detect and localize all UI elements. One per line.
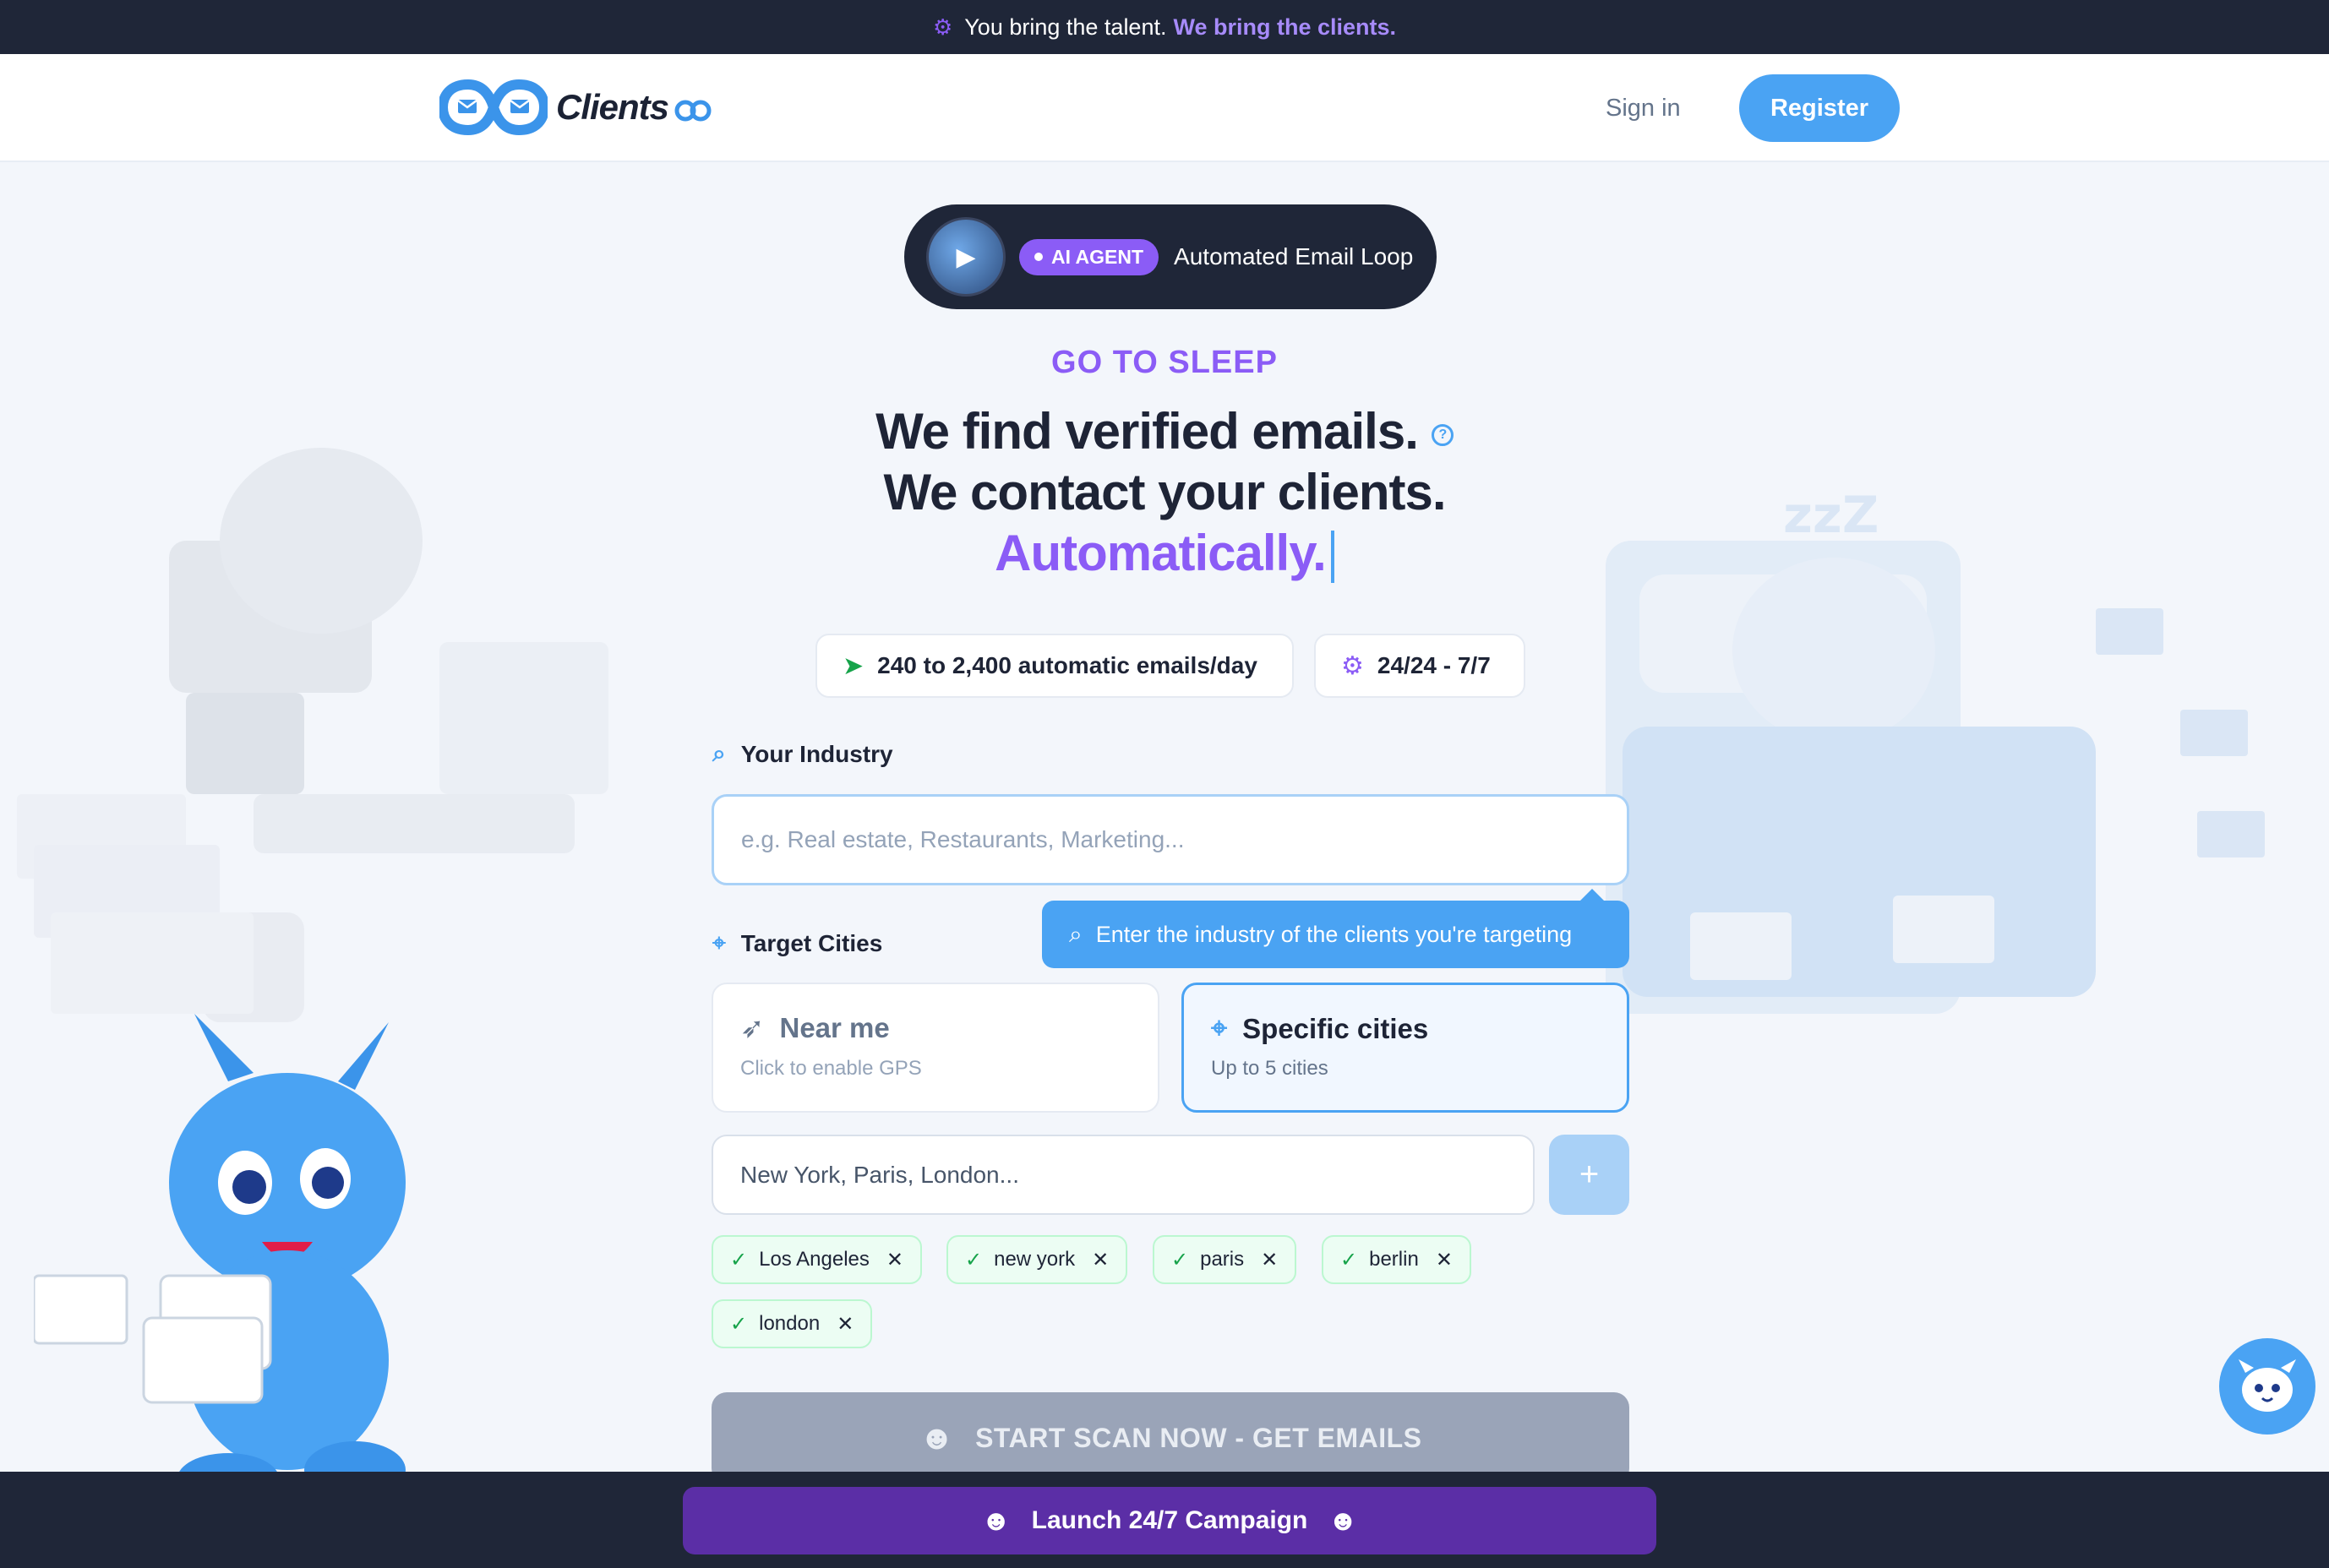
mascot-face-icon: ☻ bbox=[919, 1418, 956, 1456]
city-chip-label: berlin bbox=[1369, 1248, 1419, 1271]
ai-agent-text: Automated Email Loop bbox=[1174, 243, 1414, 270]
send-icon: ➤ bbox=[843, 651, 865, 680]
sign-in-link[interactable]: Sign in bbox=[1606, 95, 1681, 122]
stat-uptime-text: 24/24 - 7/7 bbox=[1377, 652, 1491, 678]
navbar: Clients Sign in Register bbox=[0, 54, 2329, 162]
ai-agent-badge-label: AI AGENT bbox=[1051, 245, 1144, 268]
infinity-logo-icon bbox=[439, 79, 548, 136]
check-circle-icon: ✓ bbox=[1340, 1248, 1358, 1271]
city-chip: ✓ paris ✕ bbox=[1153, 1235, 1297, 1284]
mascot-face-icon bbox=[2239, 1359, 2296, 1412]
start-scan-label: START SCAN NOW - GET EMAILS bbox=[975, 1422, 1422, 1453]
check-circle-icon: ✓ bbox=[730, 1312, 748, 1336]
near-me-option[interactable]: ➶ Near me Click to enable GPS bbox=[712, 983, 1159, 1113]
city-chip-label: london bbox=[759, 1312, 821, 1335]
launch-campaign-button[interactable]: ☻ Launch 24/7 Campaign ☻ bbox=[683, 1487, 1656, 1554]
city-chip-label: new york bbox=[994, 1248, 1076, 1271]
start-scan-button[interactable]: ☻ START SCAN NOW - GET EMAILS bbox=[712, 1392, 1629, 1484]
check-circle-icon: ✓ bbox=[965, 1248, 983, 1271]
remove-icon[interactable]: ✕ bbox=[837, 1312, 854, 1337]
help-icon[interactable]: ? bbox=[1431, 424, 1454, 447]
hero-line-3-text: Automatically. bbox=[995, 525, 1327, 581]
logo[interactable]: Clients bbox=[439, 78, 712, 137]
ai-agent-badge: AI AGENT bbox=[1019, 238, 1159, 275]
search-icon: ⌕ bbox=[712, 740, 726, 766]
map-pin-icon: ⌖ bbox=[1211, 1012, 1228, 1044]
specific-cities-title: ⌖ Specific cities bbox=[1211, 1012, 1600, 1045]
register-button[interactable]: Register bbox=[1739, 74, 1900, 142]
target-cities-label: ⌖ Target Cities bbox=[712, 929, 882, 957]
industry-tooltip: ⌕ Enter the industry of the clients you'… bbox=[1042, 889, 1629, 968]
typing-caret bbox=[1330, 531, 1334, 584]
mascot-illustration bbox=[34, 1014, 406, 1504]
add-city-button[interactable]: + bbox=[1549, 1135, 1629, 1215]
remove-icon[interactable]: ✕ bbox=[886, 1248, 903, 1272]
city-chip: ✓ new york ✕ bbox=[946, 1235, 1128, 1284]
brand-name: Clients bbox=[556, 87, 669, 127]
check-circle-icon: ✓ bbox=[1171, 1248, 1189, 1271]
search-icon: ⌕ bbox=[1069, 920, 1083, 947]
gear-icon: ⚙ bbox=[932, 14, 953, 40]
specific-cities-title-text: Specific cities bbox=[1242, 1012, 1429, 1044]
mascot-face-icon: ☻ bbox=[980, 1504, 1012, 1537]
stat-emails-per-day: ➤ 240 to 2,400 automatic emails/day bbox=[815, 634, 1294, 698]
mascot-face-icon: ☻ bbox=[1328, 1504, 1359, 1537]
city-chip-label: paris bbox=[1200, 1248, 1245, 1271]
launch-campaign-label: Launch 24/7 Campaign bbox=[1031, 1506, 1308, 1534]
near-me-subtitle: Click to enable GPS bbox=[740, 1057, 922, 1080]
industry-tooltip-text: Enter the industry of the clients you're… bbox=[1095, 921, 1573, 947]
ai-agent-video-pill[interactable]: ▶ AI AGENT Automated Email Loop bbox=[904, 204, 1437, 309]
announcement-bar: ⚙ You bring the talent. We bring the cli… bbox=[0, 0, 2329, 54]
badge-dot-icon bbox=[1034, 253, 1043, 261]
specific-cities-subtitle: Up to 5 cities bbox=[1211, 1057, 1328, 1080]
gear-icon: ⚙ bbox=[1341, 651, 1364, 680]
navigation-arrow-icon: ➶ bbox=[740, 1012, 765, 1044]
hero-eyebrow: GO TO SLEEP bbox=[1051, 345, 1278, 380]
infinity-mark-icon bbox=[674, 100, 712, 122]
stat-uptime: ⚙ 24/24 - 7/7 bbox=[1314, 634, 1525, 698]
hero-line-3: Automatically. bbox=[0, 524, 2329, 584]
near-me-title-text: Near me bbox=[779, 1012, 890, 1043]
industry-label: ⌕ Your Industry bbox=[712, 740, 893, 768]
chat-support-button[interactable] bbox=[2219, 1338, 2315, 1435]
play-video-icon[interactable]: ▶ bbox=[926, 217, 1006, 297]
city-input[interactable] bbox=[712, 1135, 1535, 1215]
city-chip: ✓ london ✕ bbox=[712, 1299, 873, 1348]
city-chip-label: Los Angeles bbox=[759, 1248, 870, 1271]
hero-line-1: We find verified emails.? bbox=[0, 402, 2329, 460]
hero-line-1-text: We find verified emails. bbox=[875, 403, 1419, 460]
stat-emails-text: 240 to 2,400 automatic emails/day bbox=[877, 652, 1257, 678]
hero-line-2: We contact your clients. bbox=[883, 464, 1446, 520]
remove-icon[interactable]: ✕ bbox=[1436, 1248, 1453, 1272]
industry-input[interactable] bbox=[712, 794, 1629, 885]
remove-icon[interactable]: ✕ bbox=[1261, 1248, 1278, 1272]
specific-cities-option[interactable]: ⌖ Specific cities Up to 5 cities bbox=[1181, 983, 1629, 1113]
announcement-text: You bring the talent. bbox=[964, 14, 1167, 40]
remove-icon[interactable]: ✕ bbox=[1092, 1248, 1109, 1272]
near-me-title: ➶ Near me bbox=[740, 1011, 1131, 1045]
city-chip: ✓ berlin ✕ bbox=[1322, 1235, 1471, 1284]
industry-label-text: Your Industry bbox=[740, 740, 893, 767]
city-chip: ✓ Los Angeles ✕ bbox=[712, 1235, 922, 1284]
map-pin-icon: ⌖ bbox=[712, 929, 726, 956]
announcement-accent: We bring the clients. bbox=[1173, 14, 1397, 40]
check-circle-icon: ✓ bbox=[730, 1248, 748, 1271]
target-cities-label-text: Target Cities bbox=[740, 929, 883, 956]
